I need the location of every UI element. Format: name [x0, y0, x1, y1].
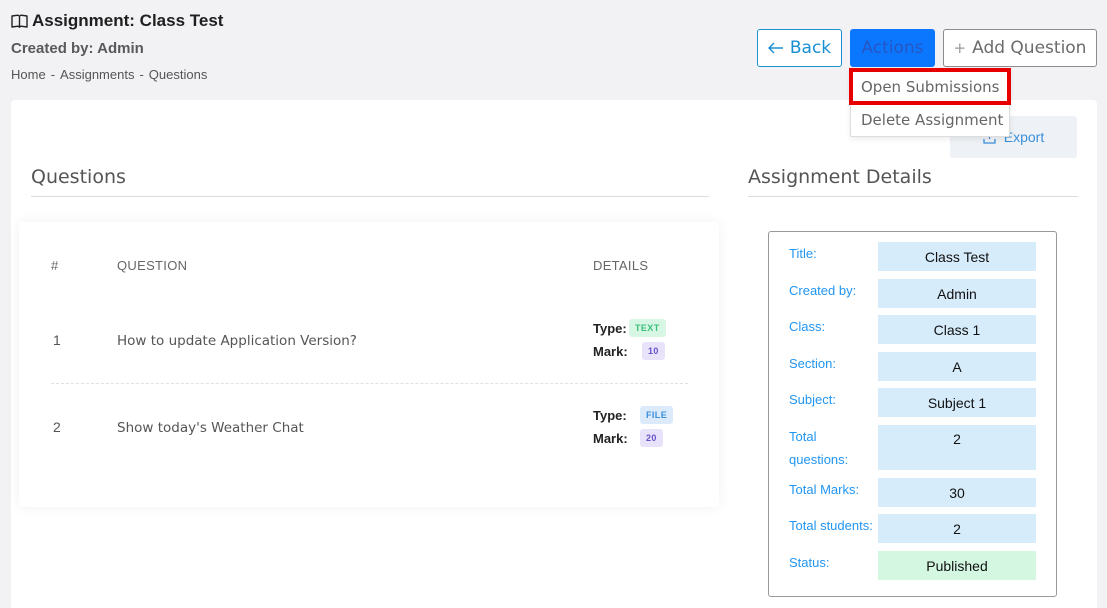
status-badge: Published	[878, 551, 1036, 580]
actions-button-label: Actions	[861, 38, 924, 58]
menu-item-delete-assignment[interactable]: Delete Assignment	[851, 103, 1009, 136]
detail-label-subject: Subject:	[789, 392, 836, 407]
back-button[interactable]: Back	[757, 29, 842, 67]
detail-value-total-questions: 2	[878, 425, 1036, 470]
question-text[interactable]: How to update Application Version?	[117, 333, 357, 349]
column-header-number: #	[51, 258, 59, 273]
breadcrumb-assignments[interactable]: Assignments	[60, 67, 134, 82]
detail-label-section: Section:	[789, 356, 836, 371]
breadcrumb-home[interactable]: Home	[11, 67, 46, 82]
detail-label-total-questions: Total questions:	[789, 429, 849, 467]
breadcrumb-questions: Questions	[148, 67, 208, 82]
back-button-label: Back	[789, 38, 832, 58]
breadcrumb-separator: -	[50, 67, 56, 82]
mark-label: Mark:	[593, 344, 628, 359]
actions-dropdown-menu: Open Submissions Delete Assignment	[849, 68, 1011, 137]
detail-label-status: Status:	[789, 555, 830, 570]
detail-label-created-by: Created by:	[789, 283, 857, 298]
menu-item-open-submissions[interactable]: Open Submissions	[849, 68, 1011, 105]
mark-label: Mark:	[593, 431, 628, 446]
questions-section-title: Questions	[31, 166, 709, 197]
breadcrumb: Home - Assignments - Questions	[11, 67, 207, 82]
question-text[interactable]: Show today's Weather Chat	[117, 420, 304, 436]
detail-value-total-marks: 30	[878, 478, 1036, 507]
row-number: 2	[53, 419, 61, 435]
book-icon	[11, 14, 28, 28]
detail-value-created-by: Admin	[878, 279, 1036, 308]
type-label: Type:	[593, 321, 627, 336]
detail-label-total-marks: Total Marks:	[789, 482, 860, 497]
detail-value-total-students: 2	[878, 514, 1036, 543]
detail-label-title: Title:	[789, 246, 817, 261]
detail-value-title: Class Test	[878, 242, 1036, 271]
row-number: 1	[53, 332, 61, 348]
arrow-left-icon	[767, 42, 783, 54]
breadcrumb-separator: -	[139, 67, 144, 82]
detail-label-class: Class:	[789, 319, 826, 334]
add-question-label: Add Question	[972, 38, 1087, 58]
add-question-button[interactable]: + Add Question	[943, 29, 1097, 67]
mark-badge: 10	[642, 342, 665, 360]
type-label: Type:	[593, 408, 627, 423]
details-section-title: Assignment Details	[748, 166, 1078, 197]
actions-button[interactable]: Actions	[850, 29, 935, 67]
page-title: Assignment: Class Test	[11, 11, 223, 31]
column-header-question: QUESTION	[117, 258, 188, 273]
created-by: Created by: Admin	[11, 40, 144, 57]
mark-badge: 20	[640, 429, 663, 447]
column-header-details: DETAILS	[593, 258, 649, 273]
page-title-text: Assignment: Class Test	[32, 11, 224, 30]
detail-value-section: A	[878, 352, 1036, 381]
detail-value-class: Class 1	[878, 315, 1036, 344]
type-badge: FILE	[640, 406, 674, 424]
plus-icon: +	[953, 39, 967, 57]
row-divider	[51, 383, 688, 384]
detail-value-subject: Subject 1	[878, 388, 1036, 417]
type-badge: TEXT	[629, 319, 666, 337]
detail-label-total-students: Total students:	[789, 518, 873, 533]
